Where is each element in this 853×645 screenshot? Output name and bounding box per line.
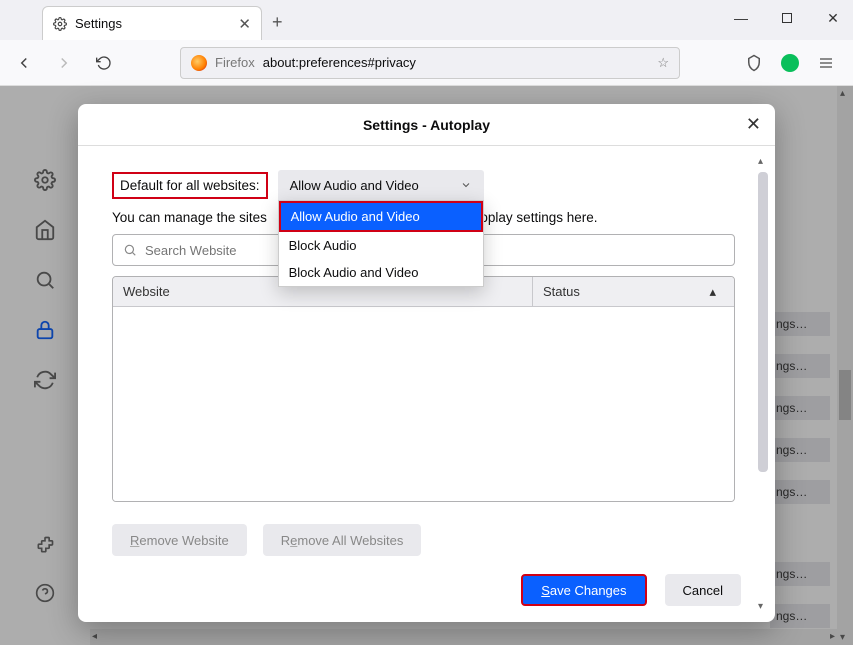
cancel-button[interactable]: Cancel bbox=[665, 574, 741, 606]
titlebar: Settings ✕ + — ✕ bbox=[0, 0, 853, 40]
app-menu-button[interactable] bbox=[817, 54, 835, 72]
column-status[interactable]: Status ▴ bbox=[533, 284, 734, 300]
select-value: Allow Audio and Video bbox=[290, 178, 419, 193]
modal-scrollbar[interactable]: ▴ ▾ bbox=[755, 156, 771, 612]
search-icon bbox=[123, 243, 137, 257]
browser-tab[interactable]: Settings ✕ bbox=[42, 6, 262, 40]
tab-close-button[interactable]: ✕ bbox=[238, 15, 251, 33]
chevron-down-icon bbox=[460, 179, 472, 191]
tab-title: Settings bbox=[75, 16, 122, 31]
autoplay-default-dropdown: Allow Audio and Video Block Audio Block … bbox=[278, 200, 484, 287]
modal-header: Settings - Autoplay ✕ bbox=[78, 104, 775, 146]
sort-arrow-icon: ▴ bbox=[709, 284, 716, 300]
autoplay-settings-modal: Settings - Autoplay ✕ Default for all we… bbox=[78, 104, 775, 622]
extension-badge-icon[interactable] bbox=[781, 54, 799, 72]
option-block-audio[interactable]: Block Audio bbox=[279, 232, 483, 259]
pocket-icon[interactable] bbox=[745, 54, 763, 72]
url-bar[interactable]: Firefox about:preferences#privacy ☆ bbox=[180, 47, 680, 79]
option-block-audio-video[interactable]: Block Audio and Video bbox=[279, 259, 483, 286]
modal-title: Settings - Autoplay bbox=[363, 117, 490, 133]
maximize-button[interactable] bbox=[773, 4, 801, 32]
reload-button[interactable] bbox=[90, 49, 118, 77]
default-for-all-label: Default for all websites: bbox=[112, 172, 268, 199]
modal-close-button[interactable]: ✕ bbox=[746, 114, 761, 135]
forward-button[interactable] bbox=[50, 49, 78, 77]
window-close-button[interactable]: ✕ bbox=[819, 4, 847, 32]
save-changes-button[interactable]: Save Changes bbox=[521, 574, 646, 606]
url-text: about:preferences#privacy bbox=[263, 55, 416, 70]
remove-website-button[interactable]: Remove Website bbox=[112, 524, 247, 556]
navigation-toolbar: Firefox about:preferences#privacy ☆ bbox=[0, 40, 853, 86]
new-tab-button[interactable]: + bbox=[272, 12, 283, 33]
autoplay-default-select[interactable]: Allow Audio and Video bbox=[278, 170, 484, 200]
window-controls: — ✕ bbox=[727, 4, 847, 32]
back-button[interactable] bbox=[10, 49, 38, 77]
option-allow-audio-video[interactable]: Allow Audio and Video bbox=[279, 201, 483, 232]
minimize-button[interactable]: — bbox=[727, 4, 755, 32]
firefox-icon bbox=[191, 55, 207, 71]
bookmark-star-icon[interactable]: ☆ bbox=[657, 55, 669, 71]
table-body-empty bbox=[113, 307, 734, 501]
url-prefix: Firefox bbox=[215, 55, 255, 70]
remove-all-websites-button[interactable]: Remove All Websites bbox=[263, 524, 422, 556]
gear-icon bbox=[53, 17, 67, 31]
exceptions-table: Website Status ▴ bbox=[112, 276, 735, 502]
